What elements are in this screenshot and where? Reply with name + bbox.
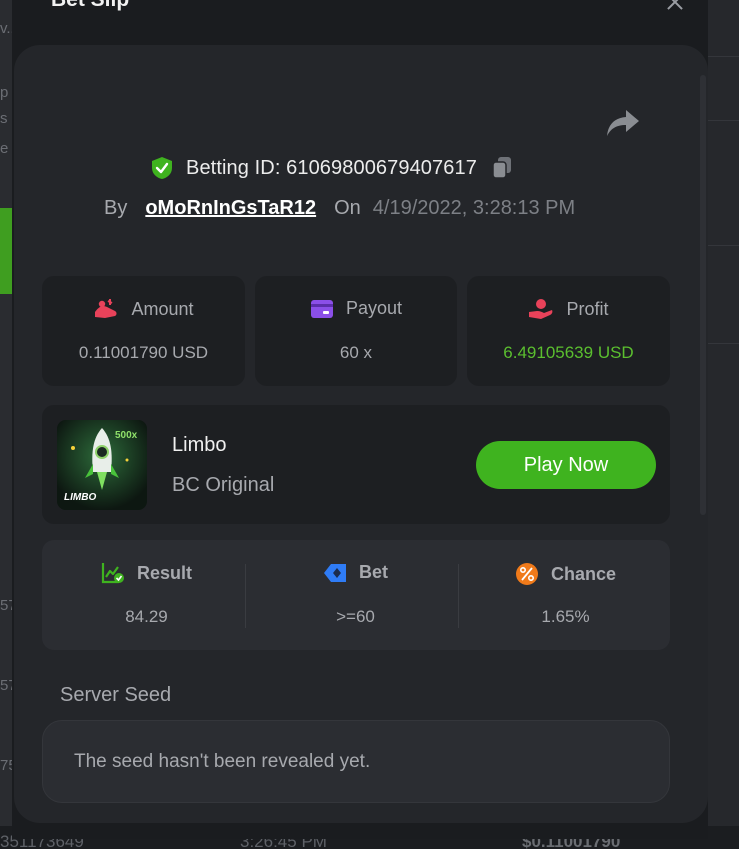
server-seed-text: The seed hasn't been revealed yet. bbox=[74, 751, 371, 772]
payout-card: Payout 60 x bbox=[255, 276, 457, 386]
game-card: 500x LIMBO Limbo BC Original Play Now bbox=[42, 405, 670, 524]
game-provider: BC Original bbox=[172, 474, 275, 496]
result-header: Result bbox=[42, 562, 251, 584]
column-divider bbox=[458, 564, 459, 628]
profit-icon bbox=[529, 299, 553, 319]
amount-icon bbox=[95, 299, 117, 318]
bet-author-row: By oMoRnInGsTaR12 On 4/19/2022, 3:28:13 … bbox=[104, 195, 575, 221]
bet-column: Bet >=60 bbox=[251, 540, 460, 650]
column-divider bbox=[245, 564, 246, 628]
by-label: By bbox=[104, 196, 128, 219]
server-seed-field: The seed hasn't been revealed yet. bbox=[42, 720, 670, 803]
background-divider bbox=[707, 343, 739, 344]
result-column: Result 84.29 bbox=[42, 540, 251, 650]
amount-card: Amount 0.11001790 USD bbox=[42, 276, 245, 386]
copy-icon[interactable] bbox=[491, 156, 513, 180]
background-text: s bbox=[0, 110, 8, 127]
payout-label: Payout bbox=[345, 298, 403, 318]
chance-column: Chance 1.65% bbox=[461, 540, 670, 650]
profit-label: Profit bbox=[566, 298, 609, 319]
chance-label: Chance bbox=[550, 563, 617, 584]
chance-value: 1.65% bbox=[541, 607, 590, 626]
close-icon[interactable] bbox=[664, 0, 686, 14]
modal-title: Bet Slip bbox=[51, 0, 129, 12]
bet-tag-icon bbox=[323, 563, 346, 582]
chart-check-icon bbox=[101, 563, 124, 584]
bet-label: Bet bbox=[358, 562, 388, 582]
play-now-button[interactable]: Play Now bbox=[476, 441, 656, 489]
betting-id-row: Betting ID: 61069800679407617 bbox=[150, 155, 513, 181]
profit-header: Profit bbox=[467, 298, 670, 320]
result-value: 84.29 bbox=[125, 607, 168, 626]
background-divider bbox=[707, 56, 739, 57]
thumb-label: LIMBO bbox=[64, 492, 97, 503]
username-link[interactable]: oMoRnInGsTaR12 bbox=[145, 197, 316, 220]
percent-icon bbox=[515, 563, 538, 585]
profit-card: Profit 6.49105639 USD bbox=[467, 276, 670, 386]
chance-header: Chance bbox=[461, 562, 670, 586]
thumb-badge: 500x bbox=[115, 430, 138, 441]
result-label: Result bbox=[136, 562, 192, 583]
payout-card-icon bbox=[310, 299, 333, 318]
bet-value: >=60 bbox=[336, 607, 375, 626]
game-thumbnail[interactable]: 500x LIMBO bbox=[57, 420, 147, 510]
background-text: p bbox=[0, 84, 9, 101]
profit-value: 6.49105639 USD bbox=[503, 343, 634, 362]
scrollbar[interactable] bbox=[700, 75, 706, 515]
amount-value: 0.11001790 USD bbox=[78, 343, 209, 362]
payout-value: 60 x bbox=[339, 343, 373, 362]
server-seed-label: Server Seed bbox=[60, 684, 172, 706]
background-divider bbox=[707, 245, 739, 246]
amount-label: Amount bbox=[131, 298, 194, 319]
bet-header: Bet bbox=[251, 562, 460, 583]
bet-date: 4/19/2022, 3:28:13 PM bbox=[372, 196, 576, 219]
share-icon[interactable] bbox=[606, 108, 640, 138]
background-right-column bbox=[707, 0, 739, 849]
shield-check-icon bbox=[152, 157, 172, 179]
betting-id: Betting ID: 61069800679407617 bbox=[186, 156, 477, 179]
background-divider bbox=[707, 120, 739, 121]
game-name: Limbo bbox=[172, 434, 227, 456]
result-panel: Result 84.29 Bet >=60 Chance 1.65% bbox=[42, 540, 670, 650]
amount-header: Amount bbox=[42, 298, 245, 320]
on-label: On bbox=[334, 196, 361, 219]
payout-header: Payout bbox=[255, 298, 457, 319]
